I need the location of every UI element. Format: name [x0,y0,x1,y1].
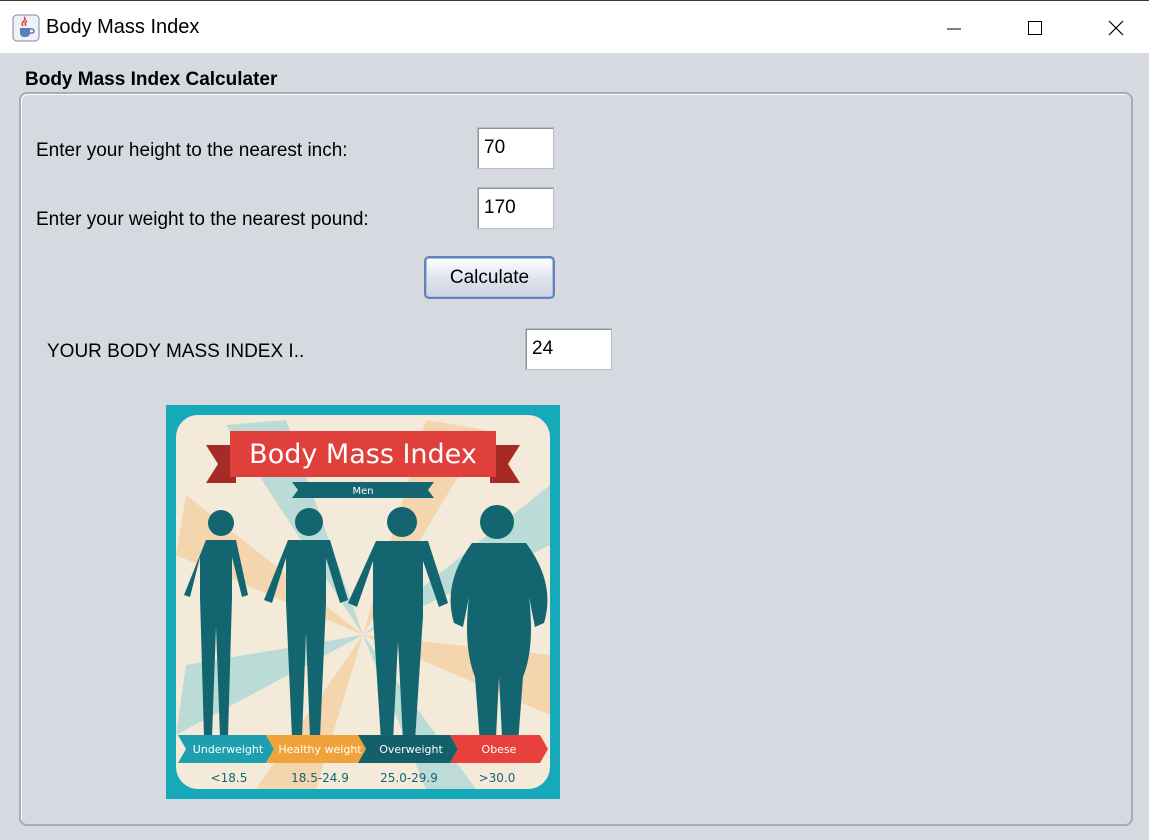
close-button[interactable] [1076,1,1149,54]
result-label: YOUR BODY MASS INDEX I.. [47,341,305,362]
maximize-button[interactable] [995,1,1075,54]
java-cup-icon[interactable] [12,14,40,42]
poster-category-range: 25.0-29.9 [380,771,438,785]
weight-label: Enter your weight to the nearest pound: [36,209,369,230]
calculate-button[interactable]: Calculate [424,256,555,299]
poster-subtitle: Men [352,486,373,497]
poster-title: Body Mass Index [249,439,477,470]
window-title: Body Mass Index [46,16,200,38]
poster-category-label: Obese [482,743,517,756]
weight-input[interactable] [477,187,554,229]
bmi-result-field[interactable] [525,328,612,370]
minimize-icon [947,28,961,29]
height-input[interactable] [477,127,554,169]
bmi-poster-image: Body Mass Index Men Underweight Healthy … [166,405,560,799]
height-label: Enter your height to the nearest inch: [36,140,348,161]
poster-category-label: Healthy weight [278,743,362,756]
maximize-icon [1028,20,1042,35]
panel-title: Body Mass Index Calculater [25,69,278,90]
poster-category-label: Underweight [193,743,264,756]
poster-category-range: >30.0 [479,771,516,785]
poster-category-label: Overweight [379,743,443,756]
poster-category-range: <18.5 [211,771,248,785]
title-bar: Body Mass Index [0,0,1149,53]
minimize-button[interactable] [914,1,994,54]
poster-category-range: 18.5-24.9 [291,771,349,785]
close-icon [1108,20,1124,35]
